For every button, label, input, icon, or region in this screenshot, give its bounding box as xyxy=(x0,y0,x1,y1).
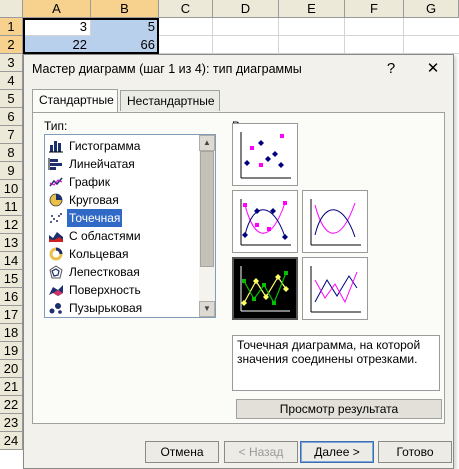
list-scrollbar[interactable]: ▲ ▼ xyxy=(199,135,215,317)
column-header-b[interactable]: B xyxy=(91,0,159,18)
row-header-23[interactable]: 23 xyxy=(0,414,23,432)
row-header-20[interactable]: 20 xyxy=(0,360,23,378)
row-header-7[interactable]: 7 xyxy=(0,126,23,144)
back-button[interactable]: < Назад xyxy=(224,441,298,463)
bubble-chart-icon xyxy=(49,303,62,314)
row-header-3[interactable]: 3 xyxy=(0,54,23,72)
doughnut-chart-icon xyxy=(49,247,63,261)
list-item-column[interactable]: Гистограмма xyxy=(47,137,205,155)
list-item-bubble[interactable]: Пузырьковая xyxy=(47,299,205,317)
row-header-6[interactable]: 6 xyxy=(0,108,23,126)
scatter-chart-icon xyxy=(50,213,62,223)
list-item-label: Поверхность xyxy=(69,283,141,297)
cancel-button[interactable]: Отмена xyxy=(145,441,219,463)
list-item-radar[interactable]: Лепестковая xyxy=(47,263,205,281)
row-header-21[interactable]: 21 xyxy=(0,378,23,396)
column-header-g[interactable]: G xyxy=(404,0,459,18)
row-header-2[interactable]: 2 xyxy=(0,36,23,54)
subtype-scatter-lines[interactable] xyxy=(302,257,368,320)
scatter-smooth-markers-icon xyxy=(240,199,291,246)
pie-chart-icon xyxy=(49,193,63,207)
row-header-5[interactable]: 5 xyxy=(0,90,23,108)
list-item-doughnut[interactable]: Кольцевая xyxy=(47,245,205,263)
list-item-label: Пузырьковая xyxy=(69,301,143,315)
list-item-area[interactable]: С областями xyxy=(47,227,205,245)
scatter-lines-icon xyxy=(310,266,361,313)
row-header-1[interactable]: 1 xyxy=(0,18,23,36)
column-header-c[interactable]: C xyxy=(159,0,213,18)
list-item-pie[interactable]: Круговая xyxy=(47,191,205,209)
row-header-10[interactable]: 10 xyxy=(0,180,23,198)
list-item-label: Точечная xyxy=(65,208,124,228)
subtype-scatter-smooth-markers[interactable] xyxy=(232,190,298,253)
column-header-e[interactable]: E xyxy=(279,0,345,18)
row-header-18[interactable]: 18 xyxy=(0,324,23,342)
tab-custom[interactable]: Нестандартные xyxy=(120,90,220,111)
list-item-label: С областями xyxy=(69,229,141,243)
tab-standard[interactable]: Стандартные xyxy=(32,89,118,112)
list-item-surface[interactable]: Поверхность xyxy=(47,281,205,299)
row-header-22[interactable]: 22 xyxy=(0,396,23,414)
column-header-d[interactable]: D xyxy=(213,0,279,18)
list-item-label: Гистограмма xyxy=(69,139,141,153)
scroll-up-icon[interactable]: ▲ xyxy=(199,135,215,151)
list-item-label: Кольцевая xyxy=(69,247,129,261)
row-header-19[interactable]: 19 xyxy=(0,342,23,360)
selection-range xyxy=(23,18,159,54)
tab-panel: Тип: Вид: Гистограмма Линейчатая График xyxy=(32,112,445,424)
column-header-a[interactable]: A xyxy=(23,0,91,18)
help-button[interactable]: ? xyxy=(380,59,402,79)
row-header-24[interactable]: 24 xyxy=(0,432,23,450)
bar-chart-icon xyxy=(48,158,62,170)
list-item-label: График xyxy=(69,175,110,189)
row-header-9[interactable]: 9 xyxy=(0,162,23,180)
row-header-13[interactable]: 13 xyxy=(0,234,23,252)
row-header-15[interactable]: 15 xyxy=(0,270,23,288)
row-header-8[interactable]: 8 xyxy=(0,144,23,162)
next-button[interactable]: Далее > xyxy=(300,441,374,463)
dialog-titlebar[interactable]: Мастер диаграмм (шаг 1 из 4): тип диагра… xyxy=(24,55,453,84)
area-chart-icon xyxy=(49,232,63,242)
row-header-4[interactable]: 4 xyxy=(0,72,23,90)
list-item-bar[interactable]: Линейчатая xyxy=(47,155,205,173)
column-header-f[interactable]: F xyxy=(345,0,404,18)
subtype-scatter-lines-markers[interactable] xyxy=(232,257,298,320)
row-header-11[interactable]: 11 xyxy=(0,198,23,216)
list-item-scatter[interactable]: Точечная xyxy=(47,208,205,228)
row-header-14[interactable]: 14 xyxy=(0,252,23,270)
chart-type-list[interactable]: Гистограмма Линейчатая График Круговая Т… xyxy=(44,134,216,318)
list-item-line[interactable]: График xyxy=(47,173,205,191)
list-item-label: Линейчатая xyxy=(69,157,135,171)
scroll-thumb[interactable] xyxy=(200,151,214,267)
finish-button[interactable]: Готово xyxy=(378,441,452,463)
row-header-12[interactable]: 12 xyxy=(0,216,23,234)
chart-description: Точечная диаграмма, на которой значения … xyxy=(232,335,440,391)
dialog-title: Мастер диаграмм (шаг 1 из 4): тип диагра… xyxy=(32,62,302,76)
scatter-smooth-icon xyxy=(310,199,361,246)
subtype-scatter-markers[interactable] xyxy=(232,123,298,186)
select-all-corner[interactable] xyxy=(0,0,23,18)
row-header-17[interactable]: 17 xyxy=(0,306,23,324)
line-chart-icon xyxy=(49,177,63,187)
type-label: Тип: xyxy=(44,119,68,133)
scatter-markers-icon xyxy=(240,132,291,179)
row-header-16[interactable]: 16 xyxy=(0,288,23,306)
subtype-scatter-smooth[interactable] xyxy=(302,190,368,253)
close-button[interactable]: ✕ xyxy=(422,59,444,79)
surface-chart-icon xyxy=(49,285,63,296)
chart-wizard-dialog: Мастер диаграмм (шаг 1 из 4): тип диагра… xyxy=(23,54,454,469)
list-item-label: Лепестковая xyxy=(69,265,140,279)
scatter-lines-markers-icon xyxy=(240,266,290,312)
list-item-label: Круговая xyxy=(69,193,119,207)
radar-chart-icon xyxy=(49,265,63,279)
preview-button[interactable]: Просмотр результата xyxy=(236,399,442,419)
column-chart-icon xyxy=(49,141,63,153)
scroll-down-icon[interactable]: ▼ xyxy=(199,301,215,317)
